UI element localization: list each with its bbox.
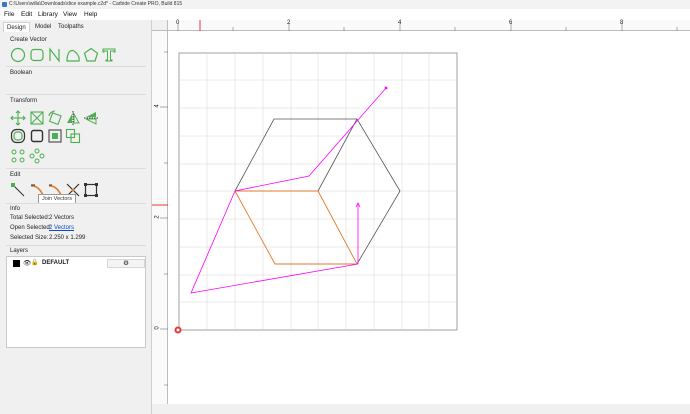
status-strip: [152, 404, 690, 414]
info-open-selected-label: Open Selected:: [10, 225, 52, 231]
info-selected-size-value: 2.250 x 1.299: [49, 235, 86, 241]
menu-view[interactable]: View: [63, 11, 77, 18]
tab-bar: Design Model Toolpaths: [3, 22, 151, 32]
fillet-icon[interactable]: [29, 128, 45, 144]
circular-array-icon[interactable]: [29, 148, 45, 164]
move-icon[interactable]: [10, 110, 26, 126]
curve-icon[interactable]: [65, 47, 81, 63]
tab-toolpaths[interactable]: Toolpaths: [55, 22, 87, 32]
section-boolean: Boolean: [10, 70, 33, 76]
ruler-corner: [152, 20, 168, 31]
weld-icon[interactable]: [65, 128, 81, 144]
layer-color-swatch[interactable]: [13, 260, 20, 267]
lock-icon[interactable]: 🔓: [31, 259, 38, 266]
polyline-icon[interactable]: [47, 47, 63, 63]
ruler-top-ticks: [177, 20, 678, 31]
align-icon[interactable]: [47, 128, 63, 144]
section-layers: Layers: [10, 248, 29, 254]
offset-icon[interactable]: [10, 128, 26, 144]
ruler-top-label: 0: [176, 20, 180, 26]
ruler-left-label: 2: [154, 215, 161, 219]
ruler-top: 0 2 4 6 8: [168, 20, 690, 31]
divider: [6, 94, 146, 95]
rotate-icon[interactable]: [47, 110, 63, 126]
menu-library[interactable]: Library: [38, 11, 58, 18]
ruler-left-label: 0: [154, 326, 161, 330]
circle-icon[interactable]: [10, 47, 26, 63]
mirror-horizontal-icon[interactable]: [65, 110, 81, 126]
section-create-vector: Create Vector: [10, 37, 47, 43]
node-edit-icon[interactable]: [10, 182, 26, 198]
title-bar: C:\Users\willa\Downloads\dice example.c2…: [0, 0, 690, 9]
info-selected-size: Selected Size: 2.250 x 1.299: [10, 235, 85, 241]
text-icon[interactable]: [101, 47, 117, 63]
layers-panel: 👁 🔓 DEFAULT ⚙: [6, 256, 146, 348]
window-title: C:\Users\willa\Downloads\dice example.c2…: [9, 1, 183, 7]
divider: [6, 66, 146, 67]
bounding-box-icon[interactable]: [83, 182, 99, 198]
canvas-drawing[interactable]: [169, 32, 690, 404]
ruler-top-label: 2: [287, 20, 291, 26]
tab-design[interactable]: Design: [3, 22, 30, 32]
ruler-left-label: 4: [154, 104, 161, 108]
ruler-top-label: 8: [620, 20, 624, 26]
divider: [6, 245, 146, 246]
app-icon: [2, 1, 7, 7]
menu-edit[interactable]: Edit: [21, 11, 32, 18]
menu-help[interactable]: Help: [84, 11, 97, 18]
info-total-selected-label: Total Selected:: [10, 215, 50, 221]
divider: [6, 203, 146, 204]
origin-marker: [174, 326, 182, 334]
info-total-selected-value: 2 Vectors: [49, 215, 75, 221]
section-edit: Edit: [10, 172, 21, 178]
divider: [6, 168, 146, 169]
polygon-icon[interactable]: [83, 47, 99, 63]
section-info: Info: [10, 206, 21, 212]
info-open-selected-link[interactable]: 2 Vectors: [49, 225, 74, 231]
info-total-selected: Total Selected: 2 Vectors: [10, 215, 74, 221]
layer-row[interactable]: 👁 🔓 DEFAULT ⚙: [10, 259, 145, 268]
info-open-selected: Open Selected: 2 Vectors: [10, 225, 74, 231]
array-icon[interactable]: [10, 148, 26, 164]
design-canvas[interactable]: [169, 32, 690, 404]
menu-bar: File Edit Library View Help: [0, 9, 690, 20]
ruler-left: 4 2 0: [152, 31, 168, 404]
rounded-rectangle-icon[interactable]: [29, 47, 45, 63]
info-selected-size-label: Selected Size:: [10, 235, 49, 241]
layer-name: DEFAULT: [42, 260, 70, 266]
menu-file[interactable]: File: [4, 11, 14, 18]
ruler-top-label: 6: [509, 20, 513, 26]
ruler-top-label: 4: [398, 20, 402, 26]
mirror-vertical-icon[interactable]: [83, 110, 99, 126]
scale-icon[interactable]: [29, 110, 45, 126]
section-transform: Transform: [10, 98, 38, 104]
tab-model[interactable]: Model: [32, 22, 54, 32]
gear-icon[interactable]: ⚙: [107, 259, 145, 268]
